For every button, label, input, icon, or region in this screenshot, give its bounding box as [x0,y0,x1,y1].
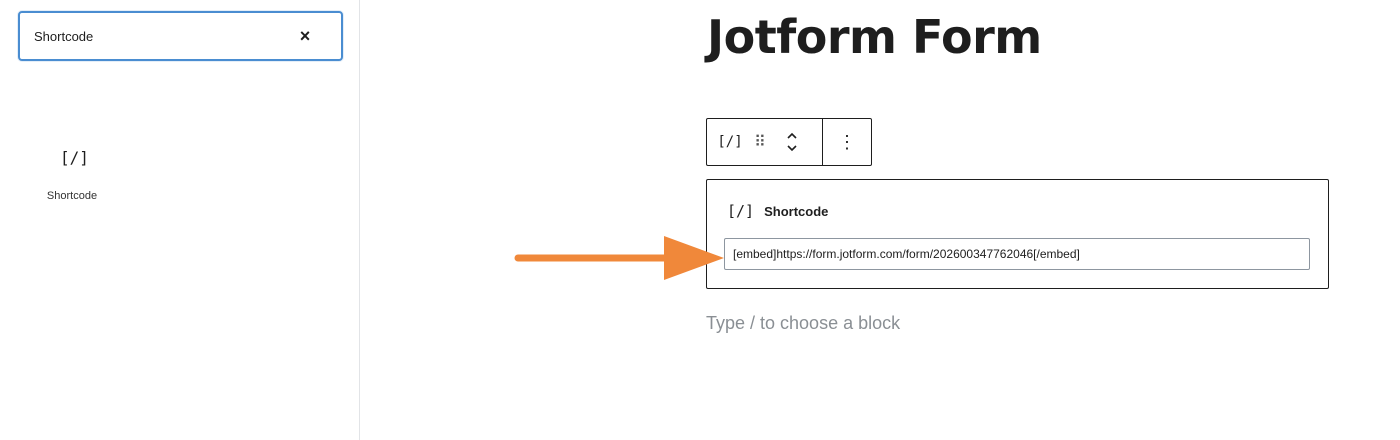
chevron-up-down-icon [787,132,797,152]
editor-screen: × [/] Shortcode Jotform Form [/] ⠿ ⋮ [0,0,1400,440]
toolbar-group-block: [/] ⠿ [707,119,823,165]
annotation-arrow-icon [514,236,724,280]
shortcode-icon: [/] [60,148,89,167]
block-toolbar: [/] ⠿ ⋮ [706,118,872,166]
block-result-shortcode[interactable]: [/] Shortcode [22,138,122,218]
shortcode-block-header: [/] Shortcode [727,202,828,220]
editor-canvas: Jotform Form [/] ⠿ ⋮ [/] Shortcode [embe… [360,0,1400,440]
drag-handle-icon[interactable]: ⠿ [749,132,771,152]
shortcode-icon[interactable]: [/] [717,134,742,150]
block-search-input[interactable] [34,23,274,49]
block-result-label: Shortcode [46,190,98,202]
more-options-icon[interactable]: ⋮ [823,132,871,153]
toolbar-group-more: ⋮ [823,119,871,165]
block-inserter-panel: × [/] Shortcode [0,0,360,440]
shortcode-block[interactable]: [/] Shortcode [706,179,1329,289]
close-icon[interactable]: × [295,26,315,46]
shortcode-input[interactable] [724,238,1310,270]
shortcode-icon: [/] [727,202,755,220]
shortcode-block-label: Shortcode [764,203,829,219]
move-up-down-icon[interactable] [781,129,803,155]
block-search-box[interactable]: × [18,11,343,61]
post-title[interactable]: Jotform Form [707,10,1042,64]
block-appender-placeholder[interactable]: Type / to choose a block [706,313,900,334]
